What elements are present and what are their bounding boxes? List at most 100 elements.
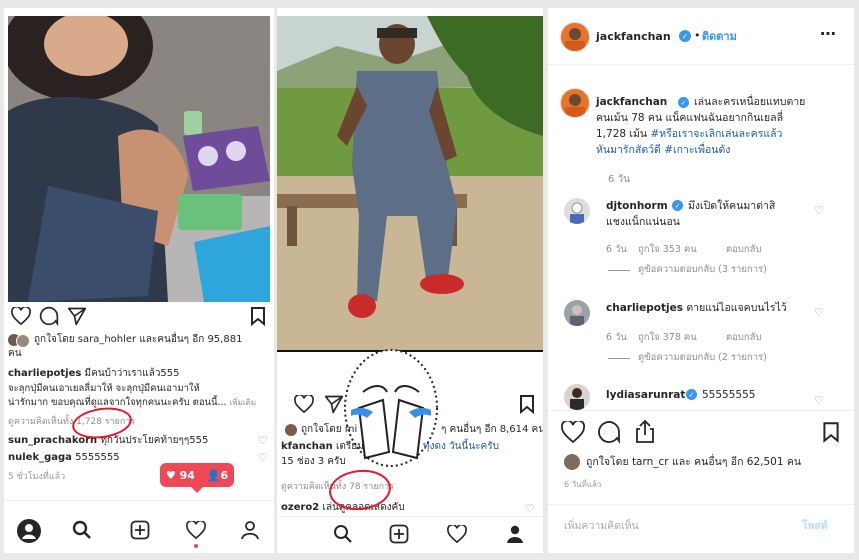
heart-icon[interactable] xyxy=(10,306,32,326)
liker-avatar-2 xyxy=(16,334,30,348)
more-link[interactable]: เพิ่มเติม xyxy=(230,398,256,407)
left-post-time: 5 ชั่วโมงที่แล้ว xyxy=(8,472,66,482)
header-username[interactable]: jackfanchan xyxy=(596,30,671,44)
left-comment2-text: 5555555 xyxy=(75,452,120,463)
comment1-likes[interactable]: ถูกใจ 353 คน xyxy=(638,244,697,256)
left-liked-by-2: คน xyxy=(8,348,22,359)
right-liked-by: ถูกใจโดย tarn_cr และ คนอื่นๆ อีก 62,501 … xyxy=(586,456,802,468)
reply-line xyxy=(608,270,630,271)
left-caption-line3: น่ารักมาก ขอบคุณที่ดูแลจากใจทุกคนนะครับ … xyxy=(8,397,256,409)
left-post-photo[interactable] xyxy=(8,16,270,302)
comment3-text: 55555555 xyxy=(702,389,756,401)
bookmark-icon[interactable] xyxy=(820,420,842,444)
profile-icon[interactable] xyxy=(238,518,262,542)
comment2-text: ตายแน่ไอแจคบนไรไว้ xyxy=(686,302,787,314)
comment1-like-icon[interactable]: ♡ xyxy=(814,204,824,217)
middle-liked-by-2: ๆ คนอื่นๆ อีก 8,614 คน xyxy=(441,424,543,435)
middle-comment-user[interactable]: ozero2 xyxy=(281,502,319,513)
comment-icon[interactable] xyxy=(596,420,622,444)
search-icon[interactable] xyxy=(331,522,355,546)
comment-like-icon[interactable]: ♡ xyxy=(258,434,268,447)
comment1-user[interactable]: djtonhorm xyxy=(606,200,668,212)
comment3-like-icon[interactable]: ♡ xyxy=(814,394,824,407)
right-post-time: 6 วันที่แล้ว xyxy=(564,480,602,489)
activity-icon[interactable] xyxy=(184,518,208,542)
middle-caption-line2: 15 ช่อง 3 ครับ xyxy=(281,456,346,467)
caption-count: 1,728 เม้น xyxy=(596,128,648,140)
comment-like-icon[interactable]: ♡ xyxy=(525,502,535,515)
comment2-line: charliepotjes ตายแน่ไอแจคบนไรไว้ xyxy=(606,302,787,315)
bottom-nav-divider xyxy=(4,500,274,501)
comment2-user[interactable]: charliepotjes xyxy=(606,302,683,314)
share-icon[interactable] xyxy=(632,420,658,444)
comment1-view-replies[interactable]: ดูข้อความตอบกลับ (3 รายการ) xyxy=(638,264,767,276)
home-icon[interactable] xyxy=(16,518,42,544)
post-comment-button[interactable]: โพสต์ xyxy=(802,520,828,533)
comment1-line1: djtonhorm xyxy=(606,200,668,213)
comment2-like-icon[interactable]: ♡ xyxy=(814,306,824,319)
caption-time: 6 วัน xyxy=(608,174,630,185)
comment2-view-replies[interactable]: ดูข้อความตอบกลับ (2 รายการ) xyxy=(638,352,767,364)
hashtag-2[interactable]: หันมารักสัตว์ดี xyxy=(596,144,661,156)
middle-caption-line1: kfanchan เตรียม xyxy=(281,441,364,454)
middle-caption-line1b: ทุ่งดง วันนี้นะครับ xyxy=(423,441,499,454)
middle-post-photo[interactable] xyxy=(277,16,543,352)
comment-icon[interactable] xyxy=(38,306,60,326)
caption-text-1: เล่นละครเหนื่อยแทบตาย xyxy=(694,96,806,108)
caption-user[interactable]: jackfanchan xyxy=(596,96,667,108)
comment2-avatar[interactable] xyxy=(564,300,590,326)
left-caption-text3: น่ารักมาก ขอบคุณที่ดูแลจากใจทุกคนนะครับ … xyxy=(8,397,227,408)
heart-icon[interactable] xyxy=(293,394,315,414)
left-caption-user[interactable]: charliepotjes xyxy=(8,368,81,379)
hashtag-1[interactable]: #หรือเราจะเลิกเล่นละครแล้ว xyxy=(650,128,782,140)
bottom-nav-divider xyxy=(277,516,543,517)
verified-badge-icon-4: ✓ xyxy=(686,389,697,400)
activity-icon[interactable] xyxy=(445,522,469,546)
header-divider xyxy=(548,64,854,65)
comment1-reply[interactable]: ตอบกลับ xyxy=(726,244,762,256)
notif-follows: 👤6 xyxy=(206,468,229,482)
left-caption-line1: charliepotjes มีคนบ้าว่าเราแล้ว555 xyxy=(8,368,180,381)
add-comment-input[interactable]: เพิ่มความคิดเห็น xyxy=(564,520,639,533)
search-icon[interactable] xyxy=(70,518,94,542)
comment1-time: 6 วัน xyxy=(606,244,627,255)
comment1-avatar[interactable] xyxy=(564,198,590,224)
left-caption-line2: จะลุกปุ่มีคนเอาเยลลี่มาให้ จะลุกปุ่มีคนเ… xyxy=(8,383,200,394)
hashtag-3[interactable]: #เกาะเพื่อนดัง xyxy=(664,144,730,156)
left-photo-art xyxy=(8,16,270,302)
share-icon[interactable] xyxy=(323,394,345,414)
user-avatar[interactable] xyxy=(560,22,590,52)
share-icon[interactable] xyxy=(66,306,88,326)
profile-icon[interactable] xyxy=(503,522,527,546)
header-dot: • xyxy=(694,29,701,42)
heart-icon[interactable] xyxy=(560,420,586,444)
verified-badge-icon-3: ✓ xyxy=(672,200,683,211)
new-post-icon[interactable] xyxy=(128,518,152,542)
left-caption-text1: มีคนบ้าว่าเราแล้ว555 xyxy=(84,368,180,379)
comment-box-divider xyxy=(548,504,854,505)
bookmark-icon[interactable] xyxy=(517,394,537,414)
left-post-panel: ถูกใจโดย sara_hohler และคนอื่นๆ อีก 95,8… xyxy=(4,8,274,553)
follow-button[interactable]: ติดตาม xyxy=(702,30,737,44)
comment3-avatar[interactable] xyxy=(564,384,590,410)
reply-line-2 xyxy=(608,358,630,359)
middle-post-panel: ถูกใจโดย mi ๆ คนอื่นๆ อีก 8,614 คน kfanc… xyxy=(277,8,543,553)
comment2-reply[interactable]: ตอบกลับ xyxy=(726,332,762,344)
comment3-line: lydiasarunrat xyxy=(606,389,685,402)
new-post-icon[interactable] xyxy=(387,522,411,546)
comment-like-icon-2[interactable]: ♡ xyxy=(258,451,268,464)
comment3-user[interactable]: lydiasarunrat xyxy=(606,389,685,401)
middle-caption-text1b: ทุ่งดง วันนี้นะครับ xyxy=(423,441,499,452)
bookmark-icon[interactable] xyxy=(248,306,268,326)
comment2-likes[interactable]: ถูกใจ 378 คน xyxy=(638,332,697,344)
left-comment2-user[interactable]: nulek_gaga xyxy=(8,452,72,463)
left-liked-by: ถูกใจโดย sara_hohler และคนอื่นๆ อีก 95,8… xyxy=(34,334,243,345)
middle-caption-user[interactable]: kfanchan xyxy=(281,441,333,452)
caption-avatar[interactable] xyxy=(560,88,590,118)
more-options-icon[interactable]: ⋯ xyxy=(820,24,836,44)
comment1-text1: มึงเปิดให้คนมาด่าสิ xyxy=(688,200,776,212)
caption-line1: jackfanchan xyxy=(596,96,667,109)
left-comment1-text: ทุกวันประโยคท้ายๆๆ555 xyxy=(100,435,209,446)
activity-notification[interactable]: ♥ 94 👤6 xyxy=(160,463,234,493)
notif-likes: ♥ 94 xyxy=(165,468,195,482)
